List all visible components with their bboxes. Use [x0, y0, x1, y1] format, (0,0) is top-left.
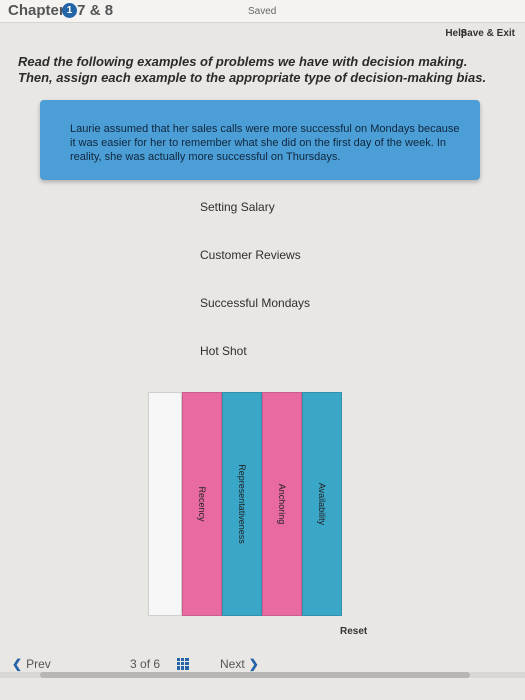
next-button[interactable]: Next ❯	[220, 657, 259, 671]
page-indicator: 3 of 6	[130, 657, 160, 671]
prev-label: Prev	[26, 657, 51, 671]
chapter-badge[interactable]: 1	[62, 3, 77, 18]
bias-label-recency: Recency	[197, 486, 207, 522]
example-successful-mondays: Successful Mondays	[200, 296, 311, 310]
example-customer-reviews: Customer Reviews	[200, 248, 301, 262]
top-bar: Chapters 7 & 8 1 Saved	[0, 0, 525, 23]
page-total: 6	[153, 657, 161, 671]
page-of: of	[140, 657, 151, 671]
example-setting-salary: Setting Salary	[200, 200, 275, 214]
bias-tile-anchoring[interactable]: Anchoring	[262, 392, 302, 616]
scenario-card[interactable]: Laurie assumed that her sales calls were…	[40, 100, 480, 180]
bias-label-representativeness: Representativeness	[237, 464, 247, 544]
bias-tile-availability[interactable]: Availability	[302, 392, 342, 616]
horizontal-scrollbar[interactable]	[0, 672, 525, 678]
example-hot-shot: Hot Shot	[200, 344, 247, 358]
bias-drop-area: Recency Representativeness Anchoring Ava…	[148, 392, 342, 618]
grid-icon[interactable]	[177, 658, 189, 670]
drop-slot[interactable]	[148, 392, 182, 616]
chapter-title: Chapters 7 & 8	[8, 2, 114, 19]
page-current: 3	[130, 657, 137, 671]
bias-label-anchoring: Anchoring	[277, 483, 287, 525]
bias-label-availability: Availability	[317, 482, 327, 526]
bias-tile-representativeness[interactable]: Representativeness	[222, 392, 262, 616]
chevron-right-icon: ❯	[248, 657, 259, 671]
prev-button[interactable]: ❮ Prev	[12, 657, 51, 671]
scrollbar-thumb[interactable]	[40, 672, 470, 678]
bias-tile-recency[interactable]: Recency	[182, 392, 222, 616]
reset-button[interactable]: Reset	[340, 626, 367, 637]
save-exit-link[interactable]: Save & Exit	[461, 28, 515, 39]
next-label: Next	[220, 657, 245, 671]
chevron-left-icon: ❮	[12, 657, 23, 671]
saved-status: Saved	[248, 6, 277, 17]
scenario-text: Laurie assumed that her sales calls were…	[70, 123, 460, 163]
question-instructions: Read the following examples of problems …	[18, 54, 487, 85]
